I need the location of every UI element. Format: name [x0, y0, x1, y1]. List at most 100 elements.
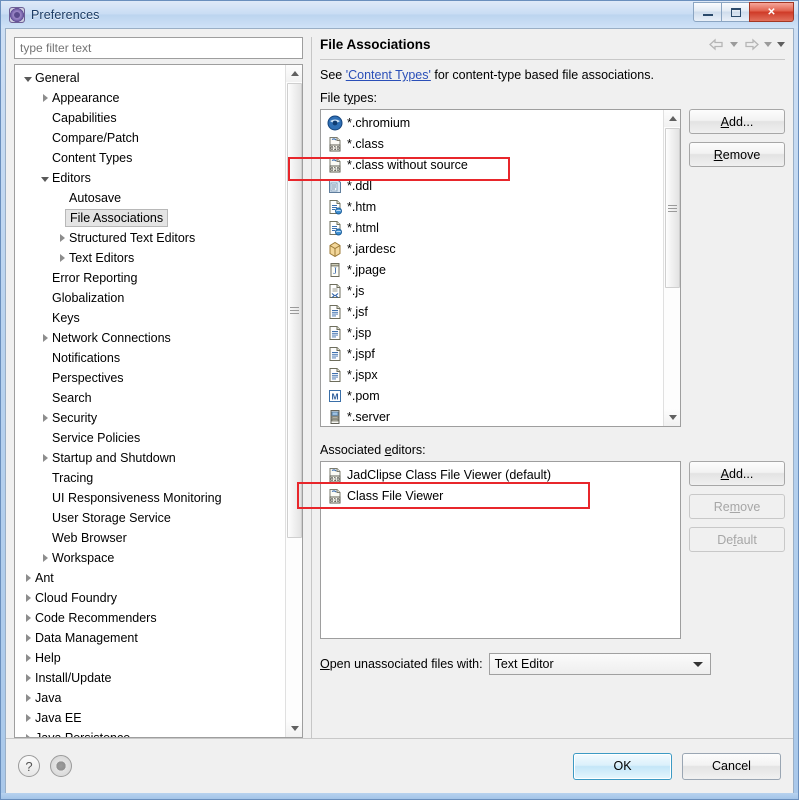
cancel-button[interactable]: Cancel [682, 752, 781, 780]
ok-button[interactable]: OK [573, 752, 672, 780]
twisty-collapsed-icon[interactable] [38, 554, 52, 562]
list-item[interactable]: *.jspx [321, 364, 662, 385]
gear-icon[interactable] [50, 755, 72, 777]
twisty-collapsed-icon[interactable] [21, 634, 35, 642]
forward-history-chevron-down-icon[interactable] [764, 42, 772, 47]
list-item[interactable]: 010 JadClipse Class File Viewer (default) [321, 464, 680, 485]
twisty-collapsed-icon[interactable] [55, 234, 69, 242]
twisty-collapsed-icon[interactable] [21, 694, 35, 702]
tree-item-tracing[interactable]: Tracing [15, 468, 284, 488]
tree-item-ui-responsiveness-monitoring[interactable]: UI Responsiveness Monitoring [15, 488, 284, 508]
tree-item-help[interactable]: Help [15, 648, 284, 668]
minimize-button[interactable] [693, 2, 722, 22]
twisty-collapsed-icon[interactable] [21, 674, 35, 682]
twisty-collapsed-icon[interactable] [55, 254, 69, 262]
tree-item-appearance[interactable]: Appearance [15, 88, 284, 108]
list-item[interactable]: 010 *.class without source [321, 154, 662, 175]
list-item[interactable]: *.jspf [321, 343, 662, 364]
remove-button[interactable]: Remove [689, 142, 785, 167]
twisty-expanded-icon[interactable] [21, 75, 35, 82]
tree-item-java[interactable]: Java [15, 688, 284, 708]
list-item[interactable]: *.server [321, 406, 662, 426]
list-item[interactable]: J *.jpage [321, 259, 662, 280]
tree-item-structured-text-editors[interactable]: Structured Text Editors [15, 228, 284, 248]
open-unassociated-select[interactable]: Text Editor [488, 653, 711, 675]
tree-item-keys[interactable]: Keys [15, 308, 284, 328]
tree-item-web-browser[interactable]: Web Browser [15, 528, 284, 548]
twisty-collapsed-icon[interactable] [38, 94, 52, 102]
twisty-collapsed-icon[interactable] [21, 654, 35, 662]
tree-item-network-connections[interactable]: Network Connections [15, 328, 284, 348]
tree-item-data-management[interactable]: Data Management [15, 628, 284, 648]
list-item[interactable]: *.html [321, 217, 662, 238]
twisty-collapsed-icon[interactable] [21, 614, 35, 622]
tree-item-install-update[interactable]: Install/Update [15, 668, 284, 688]
tree-item-file-associations[interactable]: File Associations [15, 208, 284, 228]
tree-item-editors[interactable]: Editors [15, 168, 284, 188]
tree-item-general[interactable]: General [15, 68, 284, 88]
list-item[interactable]: M *.pom [321, 385, 662, 406]
tree-item-workspace[interactable]: Workspace [15, 548, 284, 568]
tree-item-text-editors[interactable]: Text Editors [15, 248, 284, 268]
twisty-collapsed-icon[interactable] [38, 414, 52, 422]
file-types-scrollbar-thumb[interactable] [665, 128, 680, 288]
tree-item-perspectives[interactable]: Perspectives [15, 368, 284, 388]
file-types-listbox[interactable]: *.chromium 010 *.class 010 *.class without s… [320, 109, 681, 427]
view-menu-chevron-down-icon[interactable] [777, 42, 785, 47]
chevron-down-icon[interactable] [690, 654, 707, 674]
tree-scrollbar-thumb[interactable] [287, 83, 302, 538]
tree-item-startup-and-shutdown[interactable]: Startup and Shutdown [15, 448, 284, 468]
tree-item-globalization[interactable]: Globalization [15, 288, 284, 308]
tree-item-capabilities[interactable]: Capabilities [15, 108, 284, 128]
twisty-collapsed-icon[interactable] [21, 734, 35, 737]
tree-item-code-recommenders[interactable]: Code Recommenders [15, 608, 284, 628]
twisty-collapsed-icon[interactable] [21, 574, 35, 582]
tree-item-error-reporting[interactable]: Error Reporting [15, 268, 284, 288]
close-button[interactable]: ✕ [749, 2, 794, 22]
twisty-collapsed-icon[interactable] [21, 714, 35, 722]
filter-input[interactable] [14, 37, 303, 59]
add-button[interactable]: Add... [689, 461, 785, 486]
twisty-collapsed-icon[interactable] [21, 594, 35, 602]
back-history-chevron-down-icon[interactable] [730, 42, 738, 47]
add-button[interactable]: Add... [689, 109, 785, 134]
file-types-scrollbar[interactable] [663, 110, 680, 426]
twisty-collapsed-icon[interactable] [38, 334, 52, 342]
tree-item-compare-patch[interactable]: Compare/Patch [15, 128, 284, 148]
list-item[interactable]: 010 Class File Viewer [321, 485, 680, 506]
question-mark-icon[interactable]: ? [18, 755, 40, 777]
twisty-expanded-icon[interactable] [38, 175, 52, 182]
list-item[interactable]: *.jardesc [321, 238, 662, 259]
tree-item-content-types[interactable]: Content Types [15, 148, 284, 168]
associated-editors-listbox[interactable]: 010 JadClipse Class File Viewer (default)… [320, 461, 681, 639]
tree-item-security[interactable]: Security [15, 408, 284, 428]
list-item[interactable]: *.ddl [321, 175, 662, 196]
list-item[interactable]: *.jsp [321, 322, 662, 343]
tree-item-java-persistence[interactable]: Java Persistence [15, 728, 284, 737]
preferences-tree[interactable]: General Appearance Capabilities Compare/Pat… [14, 64, 303, 738]
tree-item-notifications[interactable]: Notifications [15, 348, 284, 368]
list-item[interactable]: *.js [321, 280, 662, 301]
list-item[interactable]: 010 *.class [321, 133, 662, 154]
tree-item-user-storage-service[interactable]: User Storage Service [15, 508, 284, 528]
list-item[interactable]: *.jsf [321, 301, 662, 322]
tree-scrollbar[interactable] [285, 65, 302, 737]
tree-item-java-ee[interactable]: Java EE [15, 708, 284, 728]
content-types-link[interactable]: 'Content Types' [346, 68, 431, 82]
arrow-left-icon[interactable] [709, 38, 725, 52]
restore-button[interactable] [721, 2, 750, 22]
list-item-label: *.jsp [347, 325, 372, 340]
tree-item-cloud-foundry[interactable]: Cloud Foundry [15, 588, 284, 608]
tree-item-service-policies[interactable]: Service Policies [15, 428, 284, 448]
tree-item-search[interactable]: Search [15, 388, 284, 408]
list-item[interactable]: *.chromium [321, 112, 662, 133]
scroll-up-arrow-icon[interactable] [286, 65, 302, 82]
tree-item-ant[interactable]: Ant [15, 568, 284, 588]
scroll-down-arrow-icon[interactable] [286, 720, 302, 737]
list-item[interactable]: *.htm [321, 196, 662, 217]
tree-item-autosave[interactable]: Autosave [15, 188, 284, 208]
twisty-collapsed-icon[interactable] [38, 454, 52, 462]
arrow-right-icon[interactable] [743, 38, 759, 52]
scroll-down-arrow-icon[interactable] [664, 409, 680, 426]
scroll-up-arrow-icon[interactable] [664, 110, 680, 127]
